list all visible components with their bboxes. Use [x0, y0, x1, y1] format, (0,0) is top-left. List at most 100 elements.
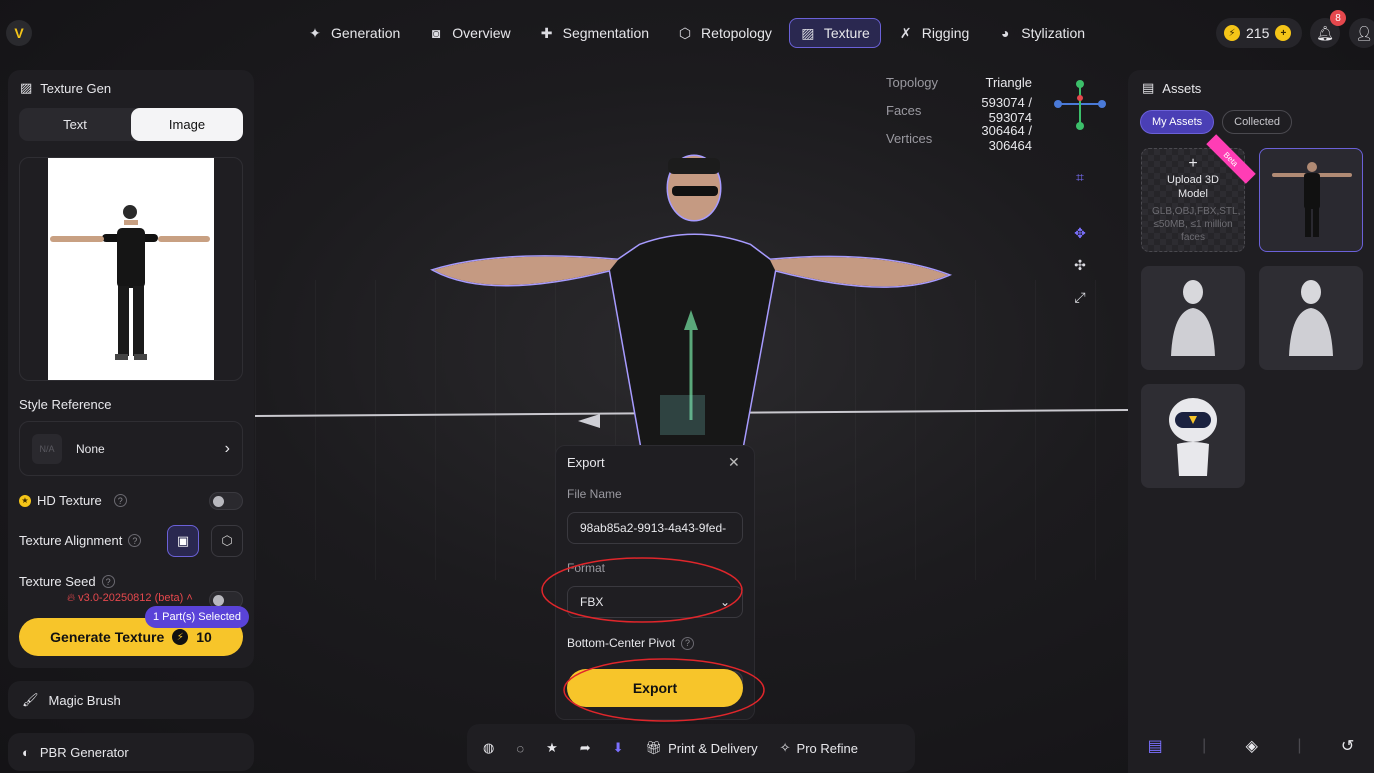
sparkle-icon: ✦ [309, 24, 321, 41]
lightning-icon: ⚡ [172, 629, 189, 645]
half-circle-icon: ◐ [22, 744, 30, 760]
style-reference-selector[interactable]: N/A None › [19, 421, 243, 476]
help-icon[interactable]: ? [113, 494, 127, 507]
pbr-label: PBR Generator [39, 744, 129, 760]
circle-icon[interactable]: ◌ [516, 741, 524, 756]
pivot-label: Bottom-Center Pivot [567, 636, 676, 650]
texture-alignment-label: Texture Alignment [19, 533, 123, 548]
texture-seed-row: Texture Seed ? [19, 574, 115, 589]
magic-brush-label: Magic Brush [48, 692, 121, 708]
camera-icon: ◙ [432, 25, 441, 41]
faces-value: 593074 / 593074 [981, 95, 1032, 125]
nav-label: Rigging [921, 25, 970, 41]
assets-title: ▤ Assets [1142, 80, 1201, 96]
panel-title: ▨ Texture Gen [20, 80, 111, 96]
divider: | [1297, 737, 1302, 754]
gift-icon: 🎁︎ [645, 740, 663, 755]
texture-seed-label: Texture Seed [19, 574, 96, 589]
dialog-title: Export [567, 455, 605, 470]
asset-thumbnail-3[interactable] [1259, 266, 1363, 370]
geometry-align-button[interactable]: ⬡ [211, 525, 243, 557]
print-label: Print & Delivery [668, 740, 758, 756]
tab-collected[interactable]: Collected [1222, 110, 1292, 134]
axis-gizmo-icon[interactable] [1052, 78, 1108, 130]
bottom-toolbar: ◍ ◌ ★ ➦ ⬇ 🎁︎ Print & Delivery ✧ Pro Refine [467, 724, 915, 772]
image-align-button[interactable]: ▣ [167, 525, 199, 557]
nav-generation[interactable]: ✦ Generation [296, 18, 411, 48]
texture-alignment-row: Texture Alignment ? [19, 533, 142, 548]
download-icon[interactable]: ⬇ [613, 740, 624, 756]
nav-texture[interactable]: ▨ Texture [788, 18, 881, 48]
nav-label: Stylization [1021, 25, 1086, 41]
pbr-generator-card[interactable]: ◐ PBR Generator [8, 733, 254, 771]
crop-icon[interactable]: ⌗ [1067, 164, 1093, 190]
nav-overview[interactable]: ◙ Overview [417, 18, 521, 48]
export-highlight-annotation [563, 658, 765, 722]
plus-icon: + [1188, 155, 1198, 172]
cube-icon: ⬡ [678, 24, 692, 41]
share-icon[interactable]: ➦ [580, 740, 591, 756]
nav-retopology[interactable]: ⬡ Retopology [666, 18, 783, 48]
nav-label: Overview [452, 25, 511, 41]
topology-label: Topology [886, 74, 939, 90]
rotate-icon[interactable]: ✣ [1067, 252, 1093, 278]
file-name-input[interactable]: 98ab85a2-9913-4a43-9fed- [567, 512, 743, 544]
magic-brush-card[interactable]: 🖌︎ Magic Brush [8, 681, 254, 719]
assets-title-text: Assets [1162, 80, 1202, 96]
style-value: None [76, 441, 105, 456]
mesh-stats: Topology Triangle Faces 593074 / 593074 Ve… [886, 68, 1032, 154]
credits-display[interactable]: ⚡ 215 + [1216, 18, 1302, 48]
nav-label: Generation [331, 25, 401, 41]
layers-icon[interactable]: ◈ [1246, 736, 1258, 756]
main-nav: ✦ Generation ◙ Overview ✚ Segmentation ⬡ Ret… [296, 18, 1096, 48]
refine-icon: ✧ [779, 740, 791, 755]
help-icon[interactable]: ? [128, 534, 142, 547]
generate-label: Generate Texture [50, 629, 165, 645]
pro-refine-label: Pro Refine [796, 740, 858, 756]
archive-icon: ▤ [1142, 80, 1155, 95]
asset-thumbnail-4[interactable] [1141, 384, 1245, 488]
nav-label: Segmentation [562, 25, 650, 41]
puzzle-icon: ✚ [540, 24, 553, 41]
user-icon[interactable]: 👤︎ [1349, 18, 1374, 48]
parts-selected-badge: 1 Part(s) Selected [145, 606, 250, 628]
nav-segmentation[interactable]: ✚ Segmentation [528, 18, 660, 48]
scale-icon[interactable]: ⤢ [1067, 284, 1093, 310]
nav-rigging[interactable]: ✗ Rigging [887, 18, 980, 48]
tab-image[interactable]: Image [131, 108, 243, 141]
file-name-label: File Name [567, 487, 622, 501]
nav-label: Retopology [701, 25, 772, 41]
move-icon[interactable]: ✥ [1067, 220, 1093, 246]
pro-refine-button[interactable]: ✧ Pro Refine [780, 740, 858, 756]
tab-text[interactable]: Text [19, 108, 131, 141]
panel-title-text: Texture Gen [40, 80, 112, 96]
premium-icon: ★ [19, 494, 31, 507]
format-highlight-annotation [541, 557, 743, 623]
archive-icon[interactable]: ▤ [1148, 736, 1163, 756]
3d-model-viewport[interactable] [420, 150, 960, 452]
asset-thumbnail-2[interactable] [1141, 266, 1245, 370]
help-icon[interactable]: ? [101, 575, 115, 588]
asset-thumbnail-1[interactable] [1259, 148, 1363, 252]
globe-icon[interactable]: ◍ [483, 740, 494, 756]
generate-cost: 10 [196, 629, 212, 645]
vertices-value: 306464 / 306464 [981, 123, 1032, 153]
style-thumbnail: N/A [32, 433, 62, 464]
upload-hint: GLB,OBJ,FBX,STL, ≤50MB, ≤1 million faces [1152, 206, 1241, 243]
notification-badge: 8 [1330, 10, 1346, 26]
logo-icon[interactable]: V [6, 20, 32, 46]
texture-icon: ▨ [801, 24, 815, 41]
topology-value: Triangle [985, 74, 1032, 90]
close-icon[interactable]: ✕ [728, 454, 740, 471]
help-icon[interactable]: ? [681, 636, 695, 650]
nav-label: Texture [823, 25, 870, 41]
nav-stylization[interactable]: ◕ Stylization [986, 18, 1096, 48]
tab-my-assets[interactable]: My Assets [1140, 110, 1215, 134]
style-reference-label: Style Reference [19, 397, 112, 412]
version-selector[interactable]: 🔥︎ v3.0-20250812 (beta) ˄ [67, 592, 193, 605]
hd-texture-toggle[interactable] [209, 492, 243, 510]
add-credits-icon[interactable]: + [1275, 25, 1292, 41]
print-delivery-button[interactable]: 🎁︎ Print & Delivery [646, 740, 758, 756]
history-icon[interactable]: ↺ [1341, 736, 1354, 756]
star-icon[interactable]: ★ [546, 740, 558, 756]
